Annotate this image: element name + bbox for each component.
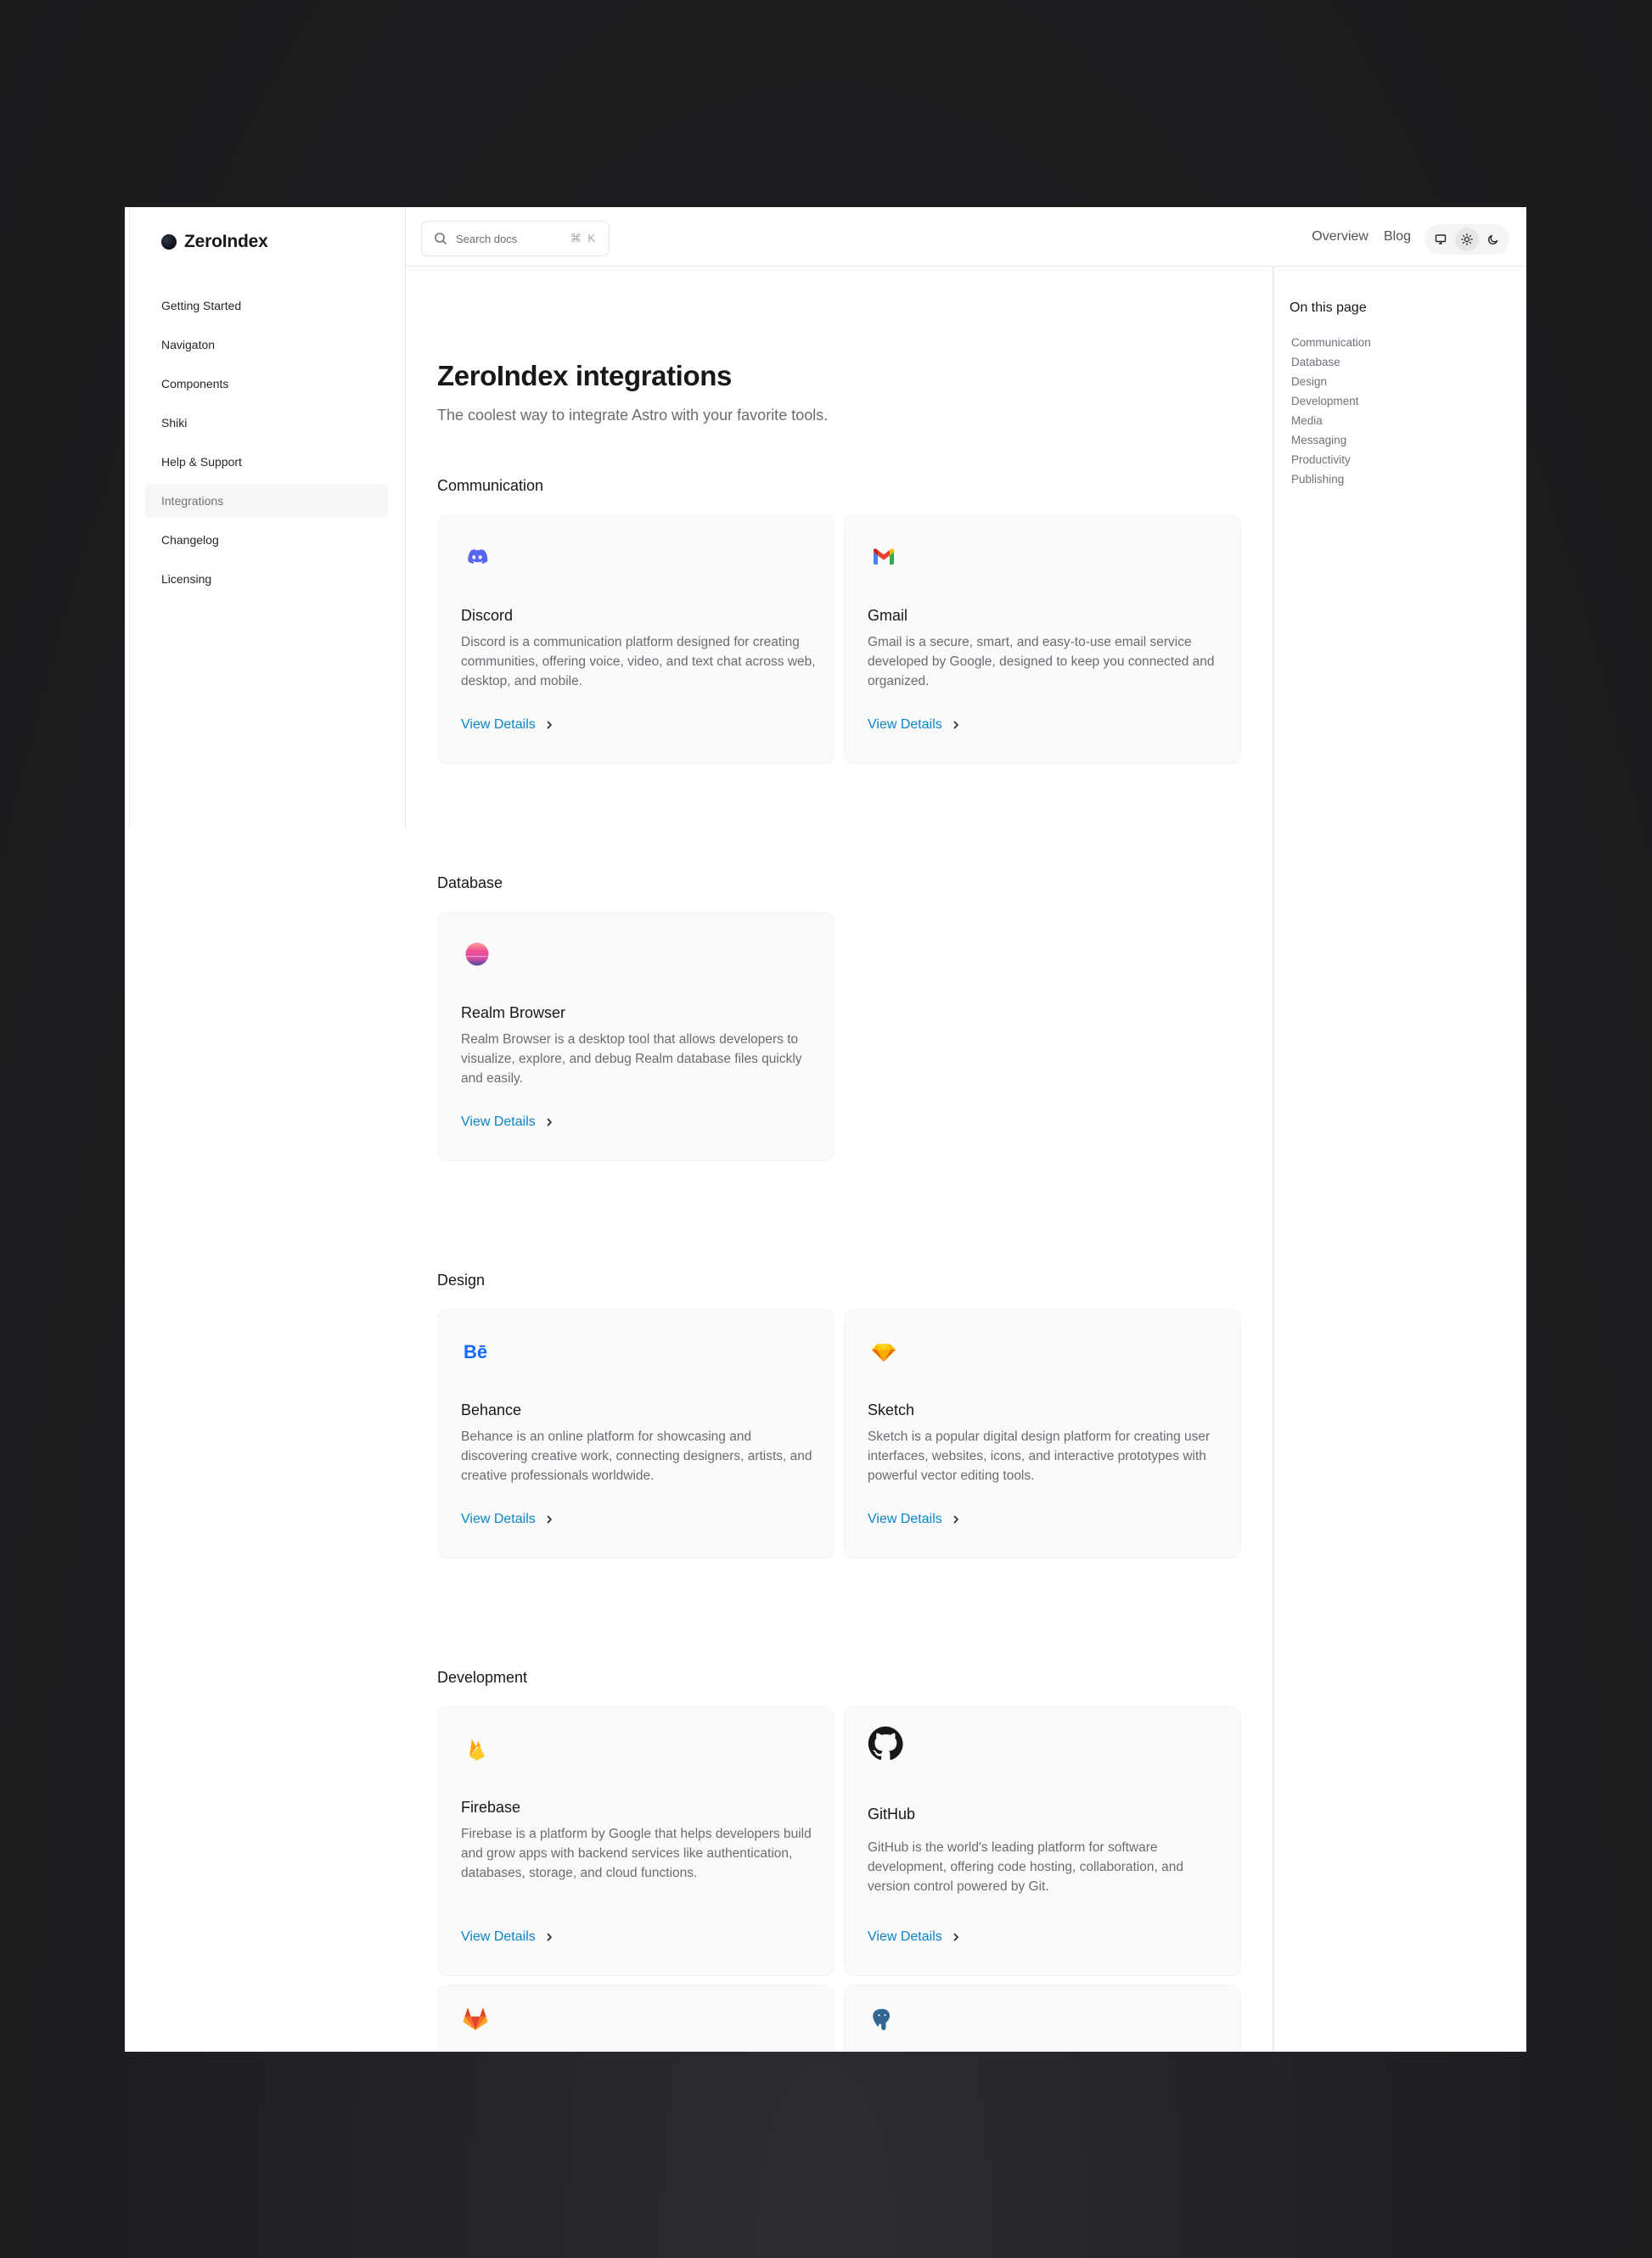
overview-link[interactable]: Overview: [1312, 229, 1368, 244]
toc-item-productivity[interactable]: Productivity: [1291, 450, 1371, 469]
toc-item-database[interactable]: Database: [1291, 352, 1371, 372]
chevron-right-icon: [547, 1118, 552, 1126]
integration-card-gitlab: [437, 1985, 834, 2052]
page-subtitle: The coolest way to integrate Astro with …: [437, 407, 829, 424]
sidebar-item-integrations[interactable]: Integrations: [145, 484, 388, 518]
view-details-label: View Details: [461, 1512, 536, 1526]
section-title-development: Development: [437, 1669, 528, 1686]
postgresql-icon: [873, 2008, 891, 2031]
card-description: Gmail is a secure, smart, and easy-to-us…: [868, 635, 1215, 688]
sidebar-item-components[interactable]: Components: [145, 367, 388, 401]
view-details-label: View Details: [461, 1115, 536, 1129]
chevron-right-icon: [547, 721, 552, 729]
toc-item-communication[interactable]: Communication: [1291, 333, 1371, 352]
page-title: ZeroIndex integrations: [437, 360, 732, 391]
sketch-icon: [872, 1344, 896, 1362]
behance-icon: Bē: [464, 1341, 487, 1362]
card-description: Realm Browser is a desktop tool that all…: [461, 1032, 802, 1086]
card-description: Firebase is a platform by Google that he…: [461, 1827, 812, 1880]
view-details-link[interactable]: View Details: [868, 1929, 961, 1945]
integration-card-sketch: Sketch Sketch is a popular digital desig…: [844, 1309, 1241, 1559]
view-details-link[interactable]: View Details: [461, 1512, 554, 1527]
theme-toggle: [1424, 224, 1509, 255]
search-placeholder: Search docs: [456, 232, 518, 245]
toc-list: Communication Database Design Developmen…: [1291, 333, 1371, 489]
view-details-link[interactable]: View Details: [461, 717, 554, 733]
sidebar-edge: [125, 207, 130, 828]
card-name: Discord: [461, 607, 514, 624]
brand-name: ZeroIndex: [184, 232, 268, 251]
sidebar-item-navigation[interactable]: Navigaton: [145, 328, 388, 362]
sidebar-item-getting-started[interactable]: Getting Started: [145, 289, 388, 323]
chevron-right-icon: [547, 1515, 552, 1524]
gitlab-icon: [463, 2008, 488, 2031]
toc-item-messaging[interactable]: Messaging: [1291, 430, 1371, 450]
view-details-link[interactable]: View Details: [868, 1512, 961, 1527]
card-name: Gmail: [868, 607, 908, 624]
chevron-right-icon: [953, 1933, 958, 1941]
view-details-link[interactable]: View Details: [461, 1929, 554, 1945]
toc-item-publishing[interactable]: Publishing: [1291, 469, 1371, 489]
github-icon: [868, 1726, 903, 1761]
app-window: ZeroIndex Getting Started Navigaton Comp…: [125, 207, 1526, 2052]
integration-card-realm-browser: Realm Browser Realm Browser is a desktop…: [437, 912, 834, 1161]
moon-icon[interactable]: [1481, 227, 1505, 251]
svg-text:Bē: Bē: [464, 1341, 487, 1362]
card-name: Sketch: [868, 1401, 915, 1418]
sidebar-item-changelog[interactable]: Changelog: [145, 523, 388, 557]
view-details-label: View Details: [868, 717, 942, 732]
sidebar-item-licensing[interactable]: Licensing: [145, 562, 388, 596]
integration-card-postgresql: [844, 1985, 1241, 2052]
integration-card-gmail: Gmail Gmail is a secure, smart, and easy…: [844, 514, 1241, 764]
toc-item-media[interactable]: Media: [1291, 411, 1371, 430]
toc-item-design[interactable]: Design: [1291, 372, 1371, 391]
search-shortcut: ⌘ K: [570, 232, 597, 244]
card-name: Realm Browser: [461, 1004, 566, 1021]
search-input[interactable]: Search docs ⌘ K: [421, 221, 610, 256]
search-icon: [435, 233, 447, 244]
blog-link[interactable]: Blog: [1384, 229, 1411, 244]
section-title-design: Design: [437, 1272, 486, 1289]
integration-card-discord: Discord Discord is a communication platf…: [437, 514, 834, 764]
chevron-right-icon: [953, 721, 958, 729]
view-details-label: View Details: [461, 717, 536, 732]
view-details-label: View Details: [868, 1929, 942, 1944]
sun-icon[interactable]: [1454, 227, 1479, 251]
card-description: Behance is an online platform for showca…: [461, 1430, 812, 1483]
sidebar: ZeroIndex Getting Started Navigaton Comp…: [125, 207, 406, 828]
integration-card-github: GitHub GitHub is the world's leading pla…: [844, 1706, 1241, 1976]
brand-dot-icon: [161, 234, 177, 250]
chevron-right-icon: [953, 1515, 958, 1524]
sidebar-nav: Getting Started Navigaton Components Shi…: [145, 289, 388, 601]
integration-card-firebase: Firebase Firebase is a platform by Googl…: [437, 1706, 834, 1976]
card-name: Firebase: [461, 1799, 521, 1816]
card-description: GitHub is the world's leading platform f…: [868, 1840, 1183, 1894]
monitor-icon[interactable]: [1429, 227, 1453, 251]
card-description: Discord is a communication platform desi…: [461, 635, 816, 688]
view-details-label: View Details: [461, 1929, 536, 1944]
chevron-right-icon: [547, 1933, 552, 1941]
brand-logo[interactable]: ZeroIndex: [161, 229, 268, 255]
section-title-communication: Communication: [437, 477, 544, 494]
toc-item-development[interactable]: Development: [1291, 391, 1371, 411]
integration-card-behance: Bē Behance Behance is an online platform…: [437, 1309, 834, 1559]
card-name: Behance: [461, 1401, 522, 1418]
sidebar-item-shiki[interactable]: Shiki: [145, 406, 388, 440]
card-description: Sketch is a popular digital design platf…: [868, 1430, 1211, 1483]
view-details-label: View Details: [868, 1512, 942, 1526]
toc-divider: [1273, 267, 1274, 2052]
view-details-link[interactable]: View Details: [868, 717, 961, 733]
discord-icon: [468, 549, 488, 564]
gmail-icon: [874, 548, 894, 564]
section-title-database: Database: [437, 874, 503, 891]
firebase-icon: [469, 1739, 485, 1761]
realm-icon: [465, 942, 489, 966]
top-links: Overview Blog: [1312, 207, 1411, 267]
sidebar-item-help-support[interactable]: Help & Support: [145, 445, 388, 479]
top-bar: Search docs ⌘ K Overview Blog: [406, 207, 1526, 267]
view-details-link[interactable]: View Details: [461, 1115, 554, 1130]
toc-title: On this page: [1290, 301, 1367, 315]
card-name: GitHub: [868, 1806, 916, 1823]
